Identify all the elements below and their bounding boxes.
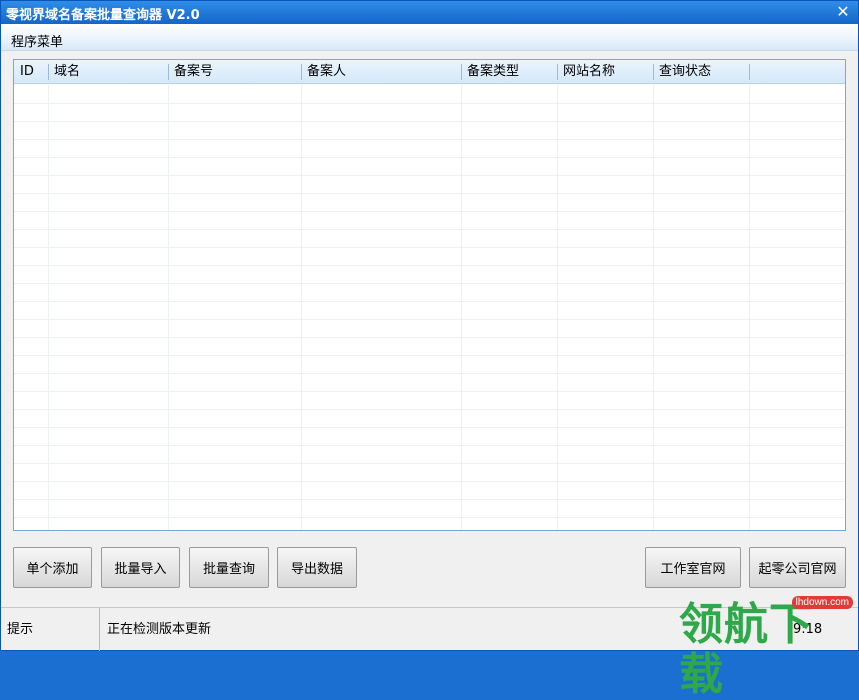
column-header-site-name[interactable]: 网站名称 [557, 60, 653, 84]
grid-column-line [168, 85, 169, 530]
results-table[interactable]: ID 域名 备案号 备案人 备案类型 网站名称 查询状态 [13, 59, 846, 531]
grid-row-line [14, 157, 845, 158]
grid-row-line [14, 103, 845, 104]
menu-bar: 程序菜单 [1, 24, 858, 51]
grid-row-line [14, 391, 845, 392]
batch-import-button[interactable]: 批量导入 [101, 547, 180, 588]
grid-row-line [14, 409, 845, 410]
watermark-url: lhdown.com [791, 596, 853, 609]
grid-row-line [14, 517, 845, 518]
table-body[interactable] [14, 85, 845, 530]
grid-row-line [14, 175, 845, 176]
grid-column-line [557, 85, 558, 530]
grid-row-line [14, 463, 845, 464]
column-header-record-type[interactable]: 备案类型 [461, 60, 557, 84]
column-header-domain[interactable]: 域名 [48, 60, 168, 84]
grid-row-line [14, 265, 845, 266]
column-header-query-status[interactable]: 查询状态 [653, 60, 749, 84]
grid-column-line [749, 85, 750, 530]
grid-row-line [14, 355, 845, 356]
grid-row-line [14, 337, 845, 338]
status-message: 正在检测版本更新 [107, 622, 212, 637]
grid-row-line [14, 211, 845, 212]
title-bar[interactable]: 零视界域名备案批量查询器 V2.0 ✕ [1, 1, 858, 24]
grid-row-line [14, 301, 845, 302]
grid-row-line [14, 481, 845, 482]
batch-query-button[interactable]: 批量查询 [189, 547, 269, 588]
grid-row-line [14, 139, 845, 140]
grid-row-line [14, 229, 845, 230]
add-single-button[interactable]: 单个添加 [13, 547, 92, 588]
company-site-button[interactable]: 起零公司官网 [749, 547, 846, 588]
grid-column-line [653, 85, 654, 530]
export-data-button[interactable]: 导出数据 [277, 547, 357, 588]
grid-row-line [14, 283, 845, 284]
menu-item-program[interactable]: 程序菜单 [11, 31, 63, 50]
close-icon[interactable]: ✕ [834, 3, 852, 21]
watermark-logo: 领航下载 lhdown.com [679, 594, 855, 700]
status-label: 提示 [1, 608, 100, 651]
grid-row-line [14, 427, 845, 428]
grid-row-line [14, 373, 845, 374]
watermark-text: 领航下载 [679, 599, 814, 700]
grid-row-line [14, 319, 845, 320]
window-title: 零视界域名备案批量查询器 V2.0 [6, 8, 200, 23]
grid-row-line [14, 445, 845, 446]
grid-row-line [14, 121, 845, 122]
app-window: 零视界域名备案批量查询器 V2.0 ✕ 程序菜单 ID 域名 备案号 备案人 备… [0, 0, 859, 700]
grid-row-line [14, 247, 845, 248]
column-header-owner[interactable]: 备案人 [301, 60, 461, 84]
column-header-filler [749, 60, 845, 84]
table-header: ID 域名 备案号 备案人 备案类型 网站名称 查询状态 [14, 60, 845, 84]
studio-site-button[interactable]: 工作室官网 [645, 547, 741, 588]
column-header-id[interactable]: ID [14, 60, 48, 84]
grid-row-line [14, 193, 845, 194]
grid-row-line [14, 499, 845, 500]
column-header-record-no[interactable]: 备案号 [168, 60, 301, 84]
grid-column-line [301, 85, 302, 530]
grid-column-line [461, 85, 462, 530]
grid-column-line [48, 85, 49, 530]
